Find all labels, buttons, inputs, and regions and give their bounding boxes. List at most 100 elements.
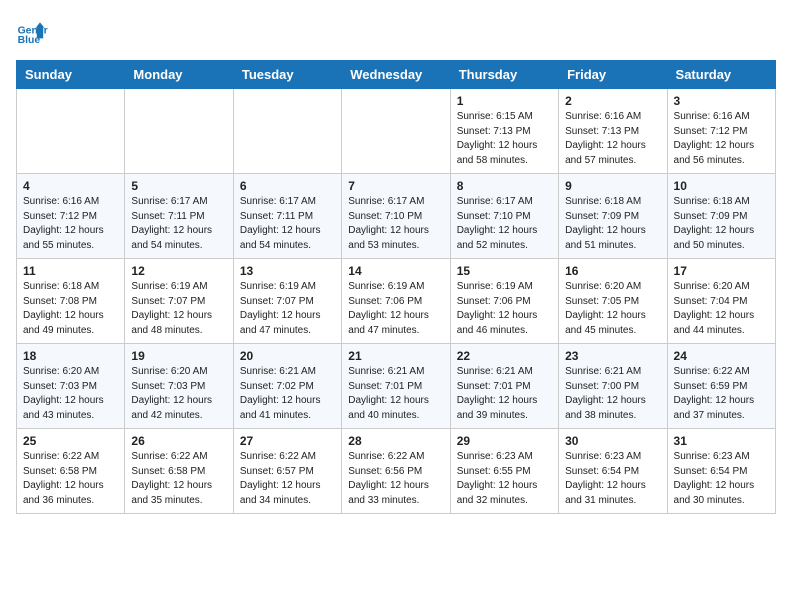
day-number: 23 bbox=[565, 349, 660, 363]
calendar-cell: 29 Sunrise: 6:23 AMSunset: 6:55 PMDayligh… bbox=[450, 429, 558, 514]
day-number: 11 bbox=[23, 264, 118, 278]
calendar-cell: 25 Sunrise: 6:22 AMSunset: 6:58 PMDayligh… bbox=[17, 429, 125, 514]
cell-info: Sunrise: 6:22 AMSunset: 6:58 PMDaylight:… bbox=[23, 450, 118, 508]
calendar-cell: 1 Sunrise: 6:15 AMSunset: 7:13 PMDaylight… bbox=[450, 89, 558, 174]
day-header-wednesday: Wednesday bbox=[342, 61, 450, 89]
calendar-week-row: 4 Sunrise: 6:16 AMSunset: 7:12 PMDaylight… bbox=[17, 174, 776, 259]
calendar-cell bbox=[17, 89, 125, 174]
day-number: 12 bbox=[131, 264, 226, 278]
calendar-cell: 2 Sunrise: 6:16 AMSunset: 7:13 PMDaylight… bbox=[559, 89, 667, 174]
cell-info: Sunrise: 6:16 AMSunset: 7:13 PMDaylight:… bbox=[565, 110, 660, 168]
day-number: 1 bbox=[457, 94, 552, 108]
day-number: 21 bbox=[348, 349, 443, 363]
day-header-thursday: Thursday bbox=[450, 61, 558, 89]
logo-icon: General Blue bbox=[16, 16, 48, 48]
cell-info: Sunrise: 6:17 AMSunset: 7:11 PMDaylight:… bbox=[131, 195, 226, 253]
cell-info: Sunrise: 6:23 AMSunset: 6:54 PMDaylight:… bbox=[565, 450, 660, 508]
day-number: 22 bbox=[457, 349, 552, 363]
day-number: 16 bbox=[565, 264, 660, 278]
cell-info: Sunrise: 6:21 AMSunset: 7:01 PMDaylight:… bbox=[457, 365, 552, 423]
cell-info: Sunrise: 6:16 AMSunset: 7:12 PMDaylight:… bbox=[674, 110, 769, 168]
calendar-cell: 21 Sunrise: 6:21 AMSunset: 7:01 PMDayligh… bbox=[342, 344, 450, 429]
cell-info: Sunrise: 6:16 AMSunset: 7:12 PMDaylight:… bbox=[23, 195, 118, 253]
day-number: 30 bbox=[565, 434, 660, 448]
day-number: 25 bbox=[23, 434, 118, 448]
cell-info: Sunrise: 6:15 AMSunset: 7:13 PMDaylight:… bbox=[457, 110, 552, 168]
calendar-cell bbox=[125, 89, 233, 174]
calendar-cell: 19Sunrise: 6:20 AMSunset: 7:03 PMDayligh… bbox=[125, 344, 233, 429]
cell-info: Sunrise: 6:19 AMSunset: 7:07 PMDaylight:… bbox=[240, 280, 335, 338]
calendar-cell: 16 Sunrise: 6:20 AMSunset: 7:05 PMDayligh… bbox=[559, 259, 667, 344]
calendar-cell: 20 Sunrise: 6:21 AMSunset: 7:02 PMDayligh… bbox=[233, 344, 341, 429]
day-header-saturday: Saturday bbox=[667, 61, 775, 89]
cell-info: Sunrise: 6:22 AMSunset: 6:59 PMDaylight:… bbox=[674, 365, 769, 423]
calendar-cell: 30 Sunrise: 6:23 AMSunset: 6:54 PMDayligh… bbox=[559, 429, 667, 514]
calendar-cell: 12 Sunrise: 6:19 AMSunset: 7:07 PMDayligh… bbox=[125, 259, 233, 344]
day-number: 14 bbox=[348, 264, 443, 278]
cell-info: Sunrise: 6:19 AMSunset: 7:06 PMDaylight:… bbox=[348, 280, 443, 338]
calendar-cell bbox=[342, 89, 450, 174]
day-number: 13 bbox=[240, 264, 335, 278]
cell-info: Sunrise: 6:22 AMSunset: 6:57 PMDaylight:… bbox=[240, 450, 335, 508]
cell-info: Sunrise: 6:23 AMSunset: 6:54 PMDaylight:… bbox=[674, 450, 769, 508]
calendar-cell: 4 Sunrise: 6:16 AMSunset: 7:12 PMDaylight… bbox=[17, 174, 125, 259]
calendar-cell: 8Sunrise: 6:17 AMSunset: 7:10 PMDaylight… bbox=[450, 174, 558, 259]
calendar-cell: 13 Sunrise: 6:19 AMSunset: 7:07 PMDayligh… bbox=[233, 259, 341, 344]
calendar-cell: 26 Sunrise: 6:22 AMSunset: 6:58 PMDayligh… bbox=[125, 429, 233, 514]
cell-info: Sunrise: 6:17 AMSunset: 7:10 PMDaylight:… bbox=[348, 195, 443, 253]
cell-info: Sunrise: 6:23 AMSunset: 6:55 PMDaylight:… bbox=[457, 450, 552, 508]
day-number: 5 bbox=[131, 179, 226, 193]
cell-info: Sunrise: 6:22 AMSunset: 6:58 PMDaylight:… bbox=[131, 450, 226, 508]
day-number: 20 bbox=[240, 349, 335, 363]
calendar-cell: 28 Sunrise: 6:22 AMSunset: 6:56 PMDayligh… bbox=[342, 429, 450, 514]
calendar-cell: 10 Sunrise: 6:18 AMSunset: 7:09 PMDayligh… bbox=[667, 174, 775, 259]
cell-info: Sunrise: 6:20 AMSunset: 7:03 PMDaylight:… bbox=[131, 365, 226, 423]
day-header-tuesday: Tuesday bbox=[233, 61, 341, 89]
day-number: 24 bbox=[674, 349, 769, 363]
calendar-week-row: 25 Sunrise: 6:22 AMSunset: 6:58 PMDayligh… bbox=[17, 429, 776, 514]
calendar-cell: 6 Sunrise: 6:17 AMSunset: 7:11 PMDaylight… bbox=[233, 174, 341, 259]
cell-info: Sunrise: 6:20 AMSunset: 7:05 PMDaylight:… bbox=[565, 280, 660, 338]
calendar-header-row: SundayMondayTuesdayWednesdayThursdayFrid… bbox=[17, 61, 776, 89]
day-number: 15 bbox=[457, 264, 552, 278]
calendar-cell: 7 Sunrise: 6:17 AMSunset: 7:10 PMDaylight… bbox=[342, 174, 450, 259]
day-number: 4 bbox=[23, 179, 118, 193]
cell-info: Sunrise: 6:18 AMSunset: 7:09 PMDaylight:… bbox=[674, 195, 769, 253]
day-number: 18 bbox=[23, 349, 118, 363]
cell-info: Sunrise: 6:21 AMSunset: 7:02 PMDaylight:… bbox=[240, 365, 335, 423]
day-number: 8 bbox=[457, 179, 552, 193]
calendar-week-row: 1 Sunrise: 6:15 AMSunset: 7:13 PMDaylight… bbox=[17, 89, 776, 174]
day-number: 29 bbox=[457, 434, 552, 448]
day-number: 9 bbox=[565, 179, 660, 193]
calendar-cell: 11Sunrise: 6:18 AMSunset: 7:08 PMDayligh… bbox=[17, 259, 125, 344]
calendar-table: SundayMondayTuesdayWednesdayThursdayFrid… bbox=[16, 60, 776, 514]
day-number: 28 bbox=[348, 434, 443, 448]
calendar-cell: 3Sunrise: 6:16 AMSunset: 7:12 PMDaylight… bbox=[667, 89, 775, 174]
calendar-cell: 15 Sunrise: 6:19 AMSunset: 7:06 PMDayligh… bbox=[450, 259, 558, 344]
calendar-week-row: 11Sunrise: 6:18 AMSunset: 7:08 PMDayligh… bbox=[17, 259, 776, 344]
calendar-cell: 17 Sunrise: 6:20 AMSunset: 7:04 PMDayligh… bbox=[667, 259, 775, 344]
day-number: 31 bbox=[674, 434, 769, 448]
cell-info: Sunrise: 6:20 AMSunset: 7:04 PMDaylight:… bbox=[674, 280, 769, 338]
cell-info: Sunrise: 6:18 AMSunset: 7:09 PMDaylight:… bbox=[565, 195, 660, 253]
calendar-cell: 31 Sunrise: 6:23 AMSunset: 6:54 PMDayligh… bbox=[667, 429, 775, 514]
day-number: 2 bbox=[565, 94, 660, 108]
cell-info: Sunrise: 6:21 AMSunset: 7:01 PMDaylight:… bbox=[348, 365, 443, 423]
cell-info: Sunrise: 6:19 AMSunset: 7:06 PMDaylight:… bbox=[457, 280, 552, 338]
cell-info: Sunrise: 6:22 AMSunset: 6:56 PMDaylight:… bbox=[348, 450, 443, 508]
day-number: 6 bbox=[240, 179, 335, 193]
day-header-monday: Monday bbox=[125, 61, 233, 89]
calendar-cell bbox=[233, 89, 341, 174]
calendar-cell: 22 Sunrise: 6:21 AMSunset: 7:01 PMDayligh… bbox=[450, 344, 558, 429]
day-number: 10 bbox=[674, 179, 769, 193]
calendar-cell: 5 Sunrise: 6:17 AMSunset: 7:11 PMDaylight… bbox=[125, 174, 233, 259]
day-number: 17 bbox=[674, 264, 769, 278]
day-number: 26 bbox=[131, 434, 226, 448]
cell-info: Sunrise: 6:19 AMSunset: 7:07 PMDaylight:… bbox=[131, 280, 226, 338]
page-header: General Blue bbox=[16, 16, 776, 48]
calendar-cell: 24 Sunrise: 6:22 AMSunset: 6:59 PMDayligh… bbox=[667, 344, 775, 429]
logo: General Blue bbox=[16, 16, 48, 48]
cell-info: Sunrise: 6:17 AMSunset: 7:11 PMDaylight:… bbox=[240, 195, 335, 253]
day-number: 7 bbox=[348, 179, 443, 193]
calendar-cell: 23Sunrise: 6:21 AMSunset: 7:00 PMDayligh… bbox=[559, 344, 667, 429]
